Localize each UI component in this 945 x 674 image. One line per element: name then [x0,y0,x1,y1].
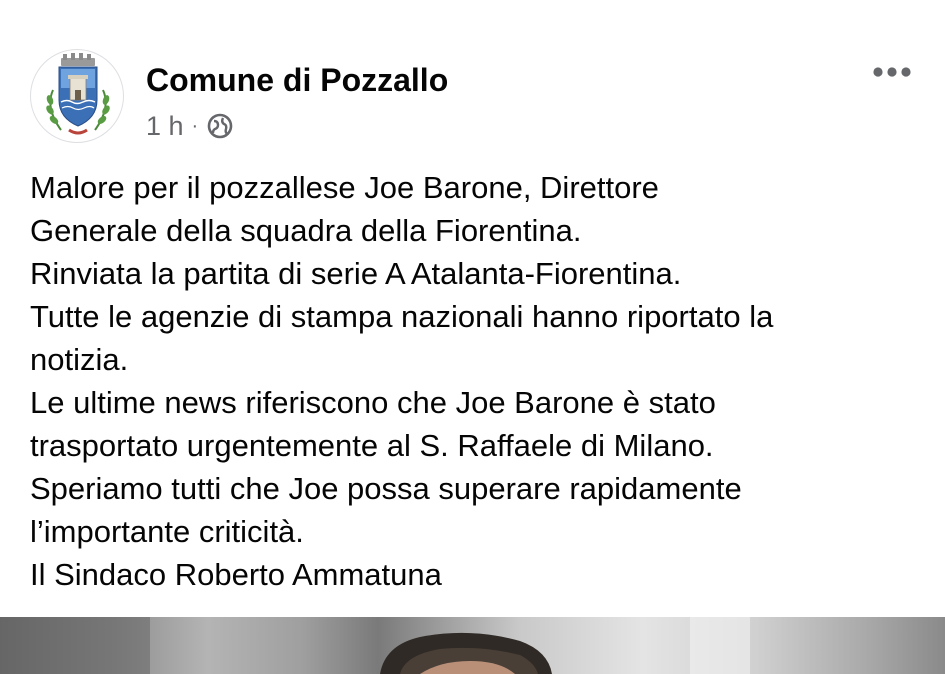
photo-content [0,617,750,674]
post-message: Malore per il pozzallese Joe Barone, Dir… [30,166,930,596]
more-options-icon [873,67,911,77]
post-text-line: trasportato urgentemente al S. Raffaele … [30,428,714,463]
post-text-line: l’importante criticità. [30,514,304,549]
post-text-line: Le ultime news riferiscono che Joe Baron… [30,385,716,420]
post-text-line: Malore per il pozzallese Joe Barone, Dir… [30,170,659,205]
meta-separator: · [191,114,199,137]
post-text-line: Rinviata la partita di serie A Atalanta-… [30,256,682,291]
post-timestamp[interactable]: 1 h [146,111,184,142]
page-name[interactable]: Comune di Pozzallo [146,62,448,99]
post-meta: 1 h · [146,110,234,142]
facebook-post: Comune di Pozzallo 1 h · Malore per il p… [0,0,945,674]
post-text-line: Tutte le agenzie di stampa nazionali han… [30,299,774,334]
post-text-line: Il Sindaco Roberto Ammatuna [30,557,442,592]
page-avatar[interactable] [30,49,124,143]
town-crest-icon [46,53,110,135]
post-text-line: notizia. [30,342,129,377]
post-text-line: Generale della squadra della Fiorentina. [30,213,582,248]
more-options-button[interactable] [868,58,916,86]
post-text-line: Speriamo tutti che Joe possa superare ra… [30,471,742,506]
post-photo[interactable] [0,617,945,674]
globe-icon[interactable] [206,112,234,140]
